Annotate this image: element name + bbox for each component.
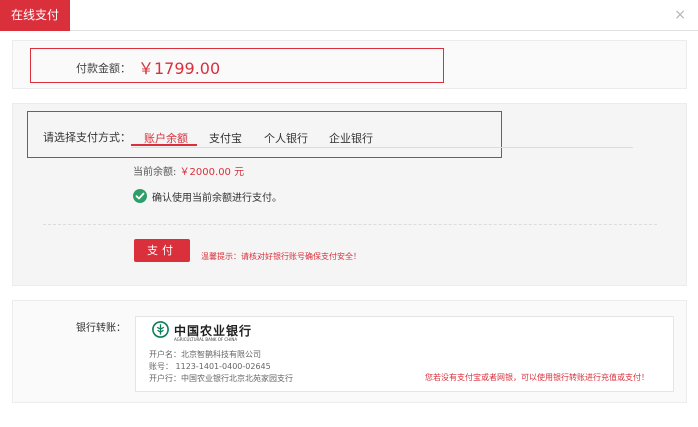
balance-value: ￥2000.00 元 (179, 167, 245, 178)
method-label: 请选择支付方式： (43, 131, 131, 144)
payment-dialog: 在线支付 × 付款金额： ￥1799.00 请选择支付方式： 账户余额 支付宝 … (0, 0, 698, 427)
tab-personal-bank[interactable]: 个人银行 (264, 130, 308, 146)
dialog-title: 在线支付 (0, 0, 70, 31)
bank-transfer-note: 您若没有支付宝或者网银，可以使用银行转账进行充值或支付！ (425, 373, 649, 382)
bank-name-en: AGRICULTURAL BANK OF CHINA (174, 337, 238, 342)
pay-button[interactable]: 支付 (134, 239, 190, 262)
tab-corporate-bank[interactable]: 企业银行 (329, 130, 373, 146)
balance-label: 当前余额: (133, 167, 177, 178)
dashed-divider (43, 224, 657, 225)
security-tip: 温馨提示：请核对好银行账号确保支付安全！ (201, 252, 361, 261)
abc-bank-logo-icon (152, 321, 169, 338)
amount-label: 付款金额： (76, 62, 131, 75)
confirm-balance-text: 确认使用当前余额进行支付。 (152, 193, 282, 204)
bank-branch: 开户行：中国农业银行北京北苑家园支行 (149, 374, 293, 383)
dialog-title-bar: 在线支付 × (0, 0, 698, 31)
amount-value: ￥1799.00 (138, 59, 221, 78)
close-icon[interactable]: × (674, 7, 686, 23)
tab-alipay[interactable]: 支付宝 (209, 130, 242, 146)
active-tab-indicator (131, 144, 197, 146)
current-balance: 当前余额: ￥2000.00 元 (133, 163, 244, 178)
bank-transfer-label: 银行转账： (76, 323, 126, 334)
check-circle-icon[interactable] (133, 189, 147, 203)
account-holder: 开户名：北京智鹊科技有限公司 (149, 350, 261, 359)
tab-divider (131, 147, 633, 148)
account-number: 账号： 1123-1401-0400-02645 (149, 362, 271, 371)
